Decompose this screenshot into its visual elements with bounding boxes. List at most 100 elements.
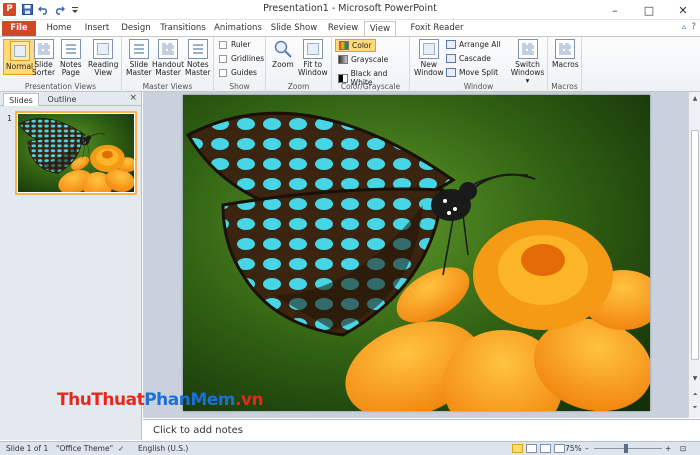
new-window-icon	[418, 39, 439, 59]
group-label: Master Views	[142, 82, 193, 91]
group-color-grayscale: Color Grayscale Black and White Color/Gr…	[332, 37, 410, 92]
scroll-up-icon[interactable]: ▲	[690, 94, 700, 104]
handout-master-icon	[158, 39, 179, 59]
maximize-button[interactable]: □	[632, 0, 666, 20]
close-button[interactable]: ✕	[666, 0, 700, 20]
slide-show-icon[interactable]	[554, 444, 565, 453]
group-show: Ruler Gridlines Guides Show	[214, 37, 266, 92]
zoom-button[interactable]: Zoom	[272, 39, 294, 69]
customize-toolbar-icon[interactable]	[68, 2, 82, 17]
normal-view-icon	[9, 41, 30, 61]
magnifier-icon	[273, 39, 293, 59]
move-split-icon	[446, 68, 456, 77]
group-label: Color/Grayscale	[340, 82, 401, 91]
notes-pane[interactable]: Click to add notes	[143, 419, 700, 441]
slide-master-button[interactable]: Slide Master	[126, 39, 152, 77]
slide-count: Slide 1 of 1	[6, 444, 49, 453]
group-window: New Window Arrange All Cascade Move Spli…	[410, 37, 548, 92]
handout-master-button[interactable]: Handout Master	[152, 39, 184, 77]
tab-insert[interactable]: Insert	[80, 21, 114, 36]
reading-view-icon[interactable]	[540, 444, 551, 453]
grayscale-swatch-icon	[338, 55, 348, 64]
slide-number: 1	[7, 114, 13, 123]
slide-sorter-view-icon[interactable]	[526, 444, 537, 453]
help-icon[interactable]: ?	[691, 22, 696, 32]
save-icon[interactable]	[20, 2, 34, 17]
window-controls: – □ ✕	[598, 0, 700, 20]
scroll-down-icon[interactable]: ▼	[690, 374, 700, 384]
zoom-in-button[interactable]: +	[665, 444, 671, 453]
macros-button[interactable]: Macros	[552, 39, 579, 69]
tab-slide-show[interactable]: Slide Show	[268, 21, 320, 36]
switch-windows-button[interactable]: Switch Windows ▾	[508, 39, 547, 85]
ribbon-right-controls: ▵ ?	[682, 22, 696, 32]
group-label: Window	[463, 82, 494, 91]
zoom-level[interactable]: 75%	[565, 444, 582, 453]
previous-slide-icon[interactable]: ⏶	[690, 390, 700, 400]
guides-checkbox[interactable]: Guides	[219, 68, 257, 77]
redo-icon[interactable]	[52, 2, 66, 17]
ribbon: Normal Slide Sorter Notes Page Reading V…	[0, 36, 700, 92]
slide-thumbnail-image	[17, 113, 138, 200]
slide-sorter-button[interactable]: Slide Sorter	[32, 39, 55, 77]
ribbon-tabs: File Home Insert Design Transitions Anim…	[0, 20, 700, 48]
slide-thumbnail[interactable]	[15, 111, 138, 200]
tab-view[interactable]: View	[364, 21, 396, 37]
powerpoint-logo-icon: P	[3, 3, 16, 16]
color-button[interactable]: Color	[335, 39, 376, 52]
new-window-button[interactable]: New Window	[414, 39, 444, 77]
theme-name[interactable]: "Office Theme"	[56, 444, 113, 453]
grayscale-button[interactable]: Grayscale	[338, 55, 388, 64]
tab-outline[interactable]: Outline	[42, 93, 82, 106]
tab-animations[interactable]: Animations	[212, 21, 264, 36]
zoom-slider[interactable]	[594, 444, 662, 453]
slide-master-icon	[128, 39, 149, 59]
cascade-button[interactable]: Cascade	[446, 54, 491, 63]
group-label: Show	[229, 82, 250, 91]
minimize-button[interactable]: –	[598, 0, 632, 20]
zoom-out-button[interactable]: –	[585, 444, 589, 453]
undo-icon[interactable]	[36, 2, 50, 17]
gridlines-checkbox[interactable]: Gridlines	[219, 54, 264, 63]
zoom-slider-knob[interactable]	[624, 444, 628, 453]
slide-editing-area	[143, 92, 688, 418]
tab-foxit-reader-pdf[interactable]: Foxit Reader PDF	[402, 21, 472, 48]
slides-panel-tabs: Slides Outline ×	[0, 92, 141, 106]
scrollbar-thumb[interactable]	[691, 130, 699, 360]
next-slide-icon[interactable]: ⏷	[690, 403, 700, 413]
cascade-icon	[446, 54, 456, 63]
reading-view-icon	[93, 39, 114, 59]
move-split-button[interactable]: Move Split	[446, 68, 498, 77]
group-macros: Macros Macros	[548, 37, 582, 92]
tab-review[interactable]: Review	[324, 21, 362, 36]
minimize-ribbon-icon[interactable]: ▵	[682, 22, 687, 32]
switch-windows-icon	[517, 39, 538, 59]
spell-check-icon[interactable]: ✓	[118, 444, 124, 453]
language[interactable]: English (U.S.)	[138, 444, 188, 453]
arrange-all-button[interactable]: Arrange All	[446, 40, 501, 49]
tab-slides[interactable]: Slides	[3, 93, 39, 106]
fit-slide-icon[interactable]: ⊡	[680, 444, 686, 453]
group-master-views: Slide Master Handout Master Notes Master…	[122, 37, 214, 92]
close-panel-icon[interactable]: ×	[129, 93, 137, 103]
slides-panel: Slides Outline × 1	[0, 92, 142, 440]
status-bar: Slide 1 of 1 "Office Theme" ✓ English (U…	[0, 441, 700, 455]
fit-to-window-button[interactable]: Fit to Window	[298, 39, 328, 77]
tab-file[interactable]: File	[2, 21, 36, 36]
arrange-all-icon	[446, 40, 456, 49]
group-zoom: Zoom Fit to Window Zoom	[266, 37, 332, 92]
color-swatch-icon	[339, 41, 349, 50]
normal-view-icon[interactable]	[512, 444, 523, 453]
fit-to-window-icon	[302, 39, 323, 59]
group-label: Macros	[551, 82, 578, 91]
tab-transitions[interactable]: Transitions	[158, 21, 208, 36]
view-shortcuts	[512, 444, 565, 453]
slide-canvas[interactable]	[183, 95, 650, 411]
ruler-checkbox[interactable]: Ruler	[219, 40, 250, 49]
tab-design[interactable]: Design	[118, 21, 154, 36]
notes-page-button[interactable]: Notes Page	[60, 39, 82, 77]
vertical-scrollbar[interactable]: ▲ ▼ ⏶ ⏷	[688, 92, 700, 418]
notes-master-button[interactable]: Notes Master	[185, 39, 211, 77]
reading-view-button[interactable]: Reading View	[88, 39, 118, 77]
tab-home[interactable]: Home	[42, 21, 76, 36]
